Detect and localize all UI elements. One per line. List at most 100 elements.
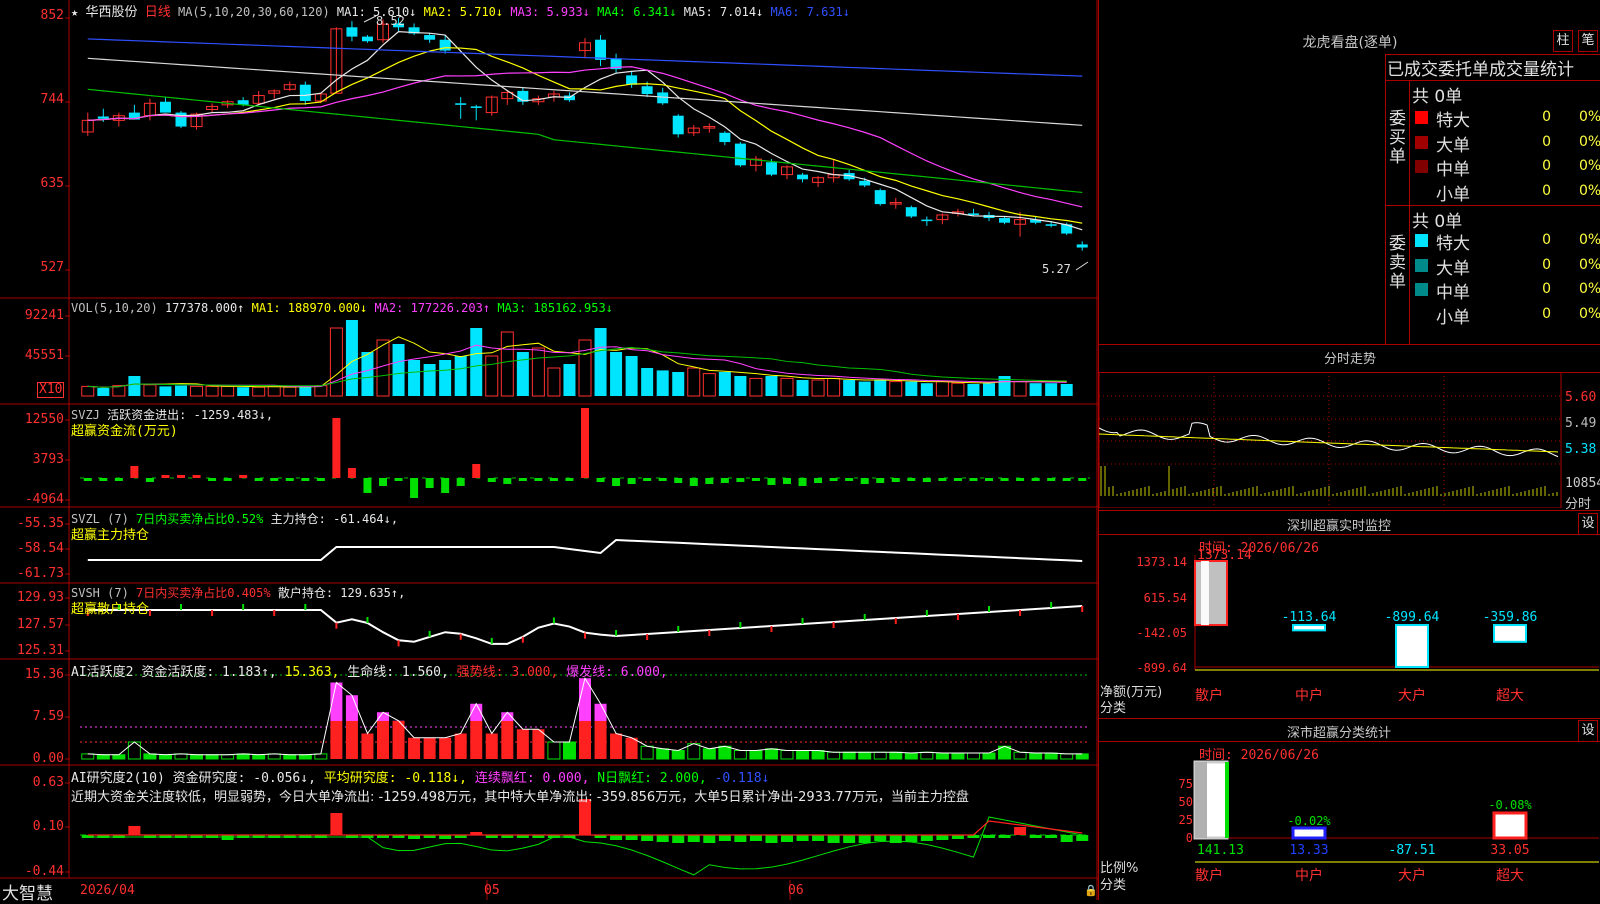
- ai2-bar: [641, 835, 653, 841]
- svzj-bar: [379, 478, 387, 486]
- lhb-title: 龙虎看盘(逐单): [1099, 32, 1600, 52]
- svsh-ytick-3: 125.31: [0, 643, 64, 658]
- volume-bar: [563, 364, 575, 396]
- svsh-ratio: 7日内买卖净占比0.405%: [136, 586, 271, 600]
- ai1-ytick-2: 7.59: [0, 709, 64, 724]
- bar-view-button[interactable]: 柱: [1553, 30, 1573, 52]
- ai1-bar: [113, 755, 125, 759]
- svzj-bar: [84, 478, 92, 481]
- svsh-ytick-1: 129.93: [0, 590, 64, 605]
- sell-row-count: 0: [1521, 281, 1551, 297]
- svzj-bar: [301, 478, 309, 481]
- svzj-name: 超赢资金流(万元): [71, 420, 178, 439]
- volume-bar: [610, 352, 622, 396]
- intraday-chart[interactable]: [1099, 372, 1600, 508]
- date-label-3: 06: [788, 883, 804, 898]
- candle-body: [455, 103, 466, 105]
- volume-bar: [765, 376, 777, 396]
- kline-panel[interactable]: ★ 华西股份 日线 MA(5,10,20,30,60,120) MA1: 5.6…: [0, 0, 1098, 900]
- ma3-value: MA3: 5.933↓: [510, 5, 589, 19]
- candle-body: [471, 106, 482, 108]
- ai2-bar: [626, 835, 638, 840]
- ai1-bar: [97, 755, 109, 759]
- svsh-pos: 散户持仓: 129.635↑,: [278, 586, 405, 600]
- candle-body: [797, 175, 808, 180]
- sell-row-name: 中单: [1436, 278, 1470, 303]
- ai1-bar: [206, 755, 218, 759]
- svzj-bar: [612, 478, 620, 486]
- svzj-bar: [161, 475, 169, 478]
- monitor-bar-rect: [1293, 625, 1325, 630]
- ai2-bar: [1061, 835, 1073, 842]
- ai1-bar: [734, 751, 746, 760]
- star-icon[interactable]: ★: [71, 5, 78, 19]
- svzj-bar: [923, 478, 931, 482]
- volume-bar: [159, 386, 171, 396]
- monitor-chart: 1373.14615.54-142.05-899.641373.14-113.6…: [1099, 540, 1600, 718]
- svzj-bar: [332, 418, 340, 478]
- ai2-c: 连续飘红: 0.000,: [475, 771, 590, 786]
- ai1-bar: [983, 753, 995, 759]
- volume-bar: [532, 348, 544, 396]
- candle-body: [921, 220, 932, 222]
- ai2-e: -0.118↓: [715, 771, 770, 786]
- monitor-bar-value: -359.86: [1483, 610, 1538, 625]
- svzl-ytick-1: -55.35: [0, 516, 64, 531]
- volume-bar: [626, 356, 638, 396]
- volume-bar: [734, 376, 746, 396]
- tick-view-button[interactable]: 笔: [1578, 30, 1598, 52]
- ai2-bar: [1030, 835, 1042, 838]
- svzj-bar: [426, 478, 434, 488]
- kline-ytick-1: 852: [0, 8, 64, 23]
- class-category: 超大: [1496, 868, 1524, 884]
- ma-params: MA(5,10,20,30,60,120): [178, 5, 330, 19]
- ai1-bar: [361, 734, 373, 760]
- sell-row-name: 特大: [1436, 229, 1470, 254]
- volume-bar: [952, 383, 964, 396]
- svzj-bar: [597, 478, 605, 482]
- volume-bar: [905, 382, 917, 396]
- monitor-settings-button[interactable]: 设: [1578, 513, 1598, 535]
- period-label[interactable]: 日线: [145, 5, 171, 20]
- buy-orders-label: 委买单: [1389, 110, 1407, 167]
- chart-canvas[interactable]: [0, 0, 1098, 900]
- ai1-bar: [299, 755, 311, 759]
- ai2-bar: [750, 835, 762, 841]
- ai1-d: 强势线: 3.000,: [457, 665, 559, 680]
- date-label-2: 05: [484, 883, 500, 898]
- svzj-bar: [814, 478, 822, 483]
- ai2-bar: [812, 835, 824, 841]
- ai2-bar: [936, 835, 948, 840]
- monitor-bar-rect: [1494, 625, 1526, 642]
- candle-body: [766, 162, 777, 174]
- lock-icon[interactable]: 🔒: [1084, 884, 1098, 897]
- class-bottom-value: 33.05: [1490, 843, 1529, 858]
- ai1-bar: [765, 749, 777, 759]
- ai2-header: AI研究度2(10) 资金研究度: -0.056↓, 平均研究度: -0.118…: [71, 767, 769, 786]
- monitor-ytick: 1373.14: [1136, 555, 1187, 569]
- ai1-bar: [641, 746, 653, 759]
- ai1-bar: [719, 746, 731, 759]
- vol-unit-badge[interactable]: X10: [37, 382, 64, 398]
- intraday-vol-tick: 10854: [1565, 476, 1600, 491]
- sell-color-swatch: [1415, 283, 1428, 296]
- class-settings-button[interactable]: 设: [1578, 720, 1598, 742]
- ai1-bar: [548, 742, 560, 759]
- brand-logo[interactable]: 大智慧: [2, 879, 53, 904]
- ma6-value: MA6: 7.631↓: [771, 5, 850, 19]
- volume-bar: [548, 368, 560, 396]
- volume-bar: [128, 376, 140, 396]
- kline-ytick-4: 527: [0, 260, 64, 275]
- ai1-bar: [408, 738, 420, 759]
- ai1-ytick-1: 15.36: [0, 667, 64, 682]
- volume-bar: [486, 356, 498, 396]
- svzj-bar: [130, 466, 138, 478]
- volume-bar: [797, 380, 809, 396]
- class-category: 大户: [1398, 867, 1426, 884]
- lhb-subtitle: 已成交委托单成交量统计: [1387, 55, 1600, 80]
- ai1-bar: [346, 721, 358, 759]
- svzj-ytick-2: 3793: [0, 452, 64, 467]
- low-marker: 5.27: [1042, 262, 1071, 276]
- svzj-bar: [472, 464, 480, 478]
- svzj-bar: [488, 478, 496, 482]
